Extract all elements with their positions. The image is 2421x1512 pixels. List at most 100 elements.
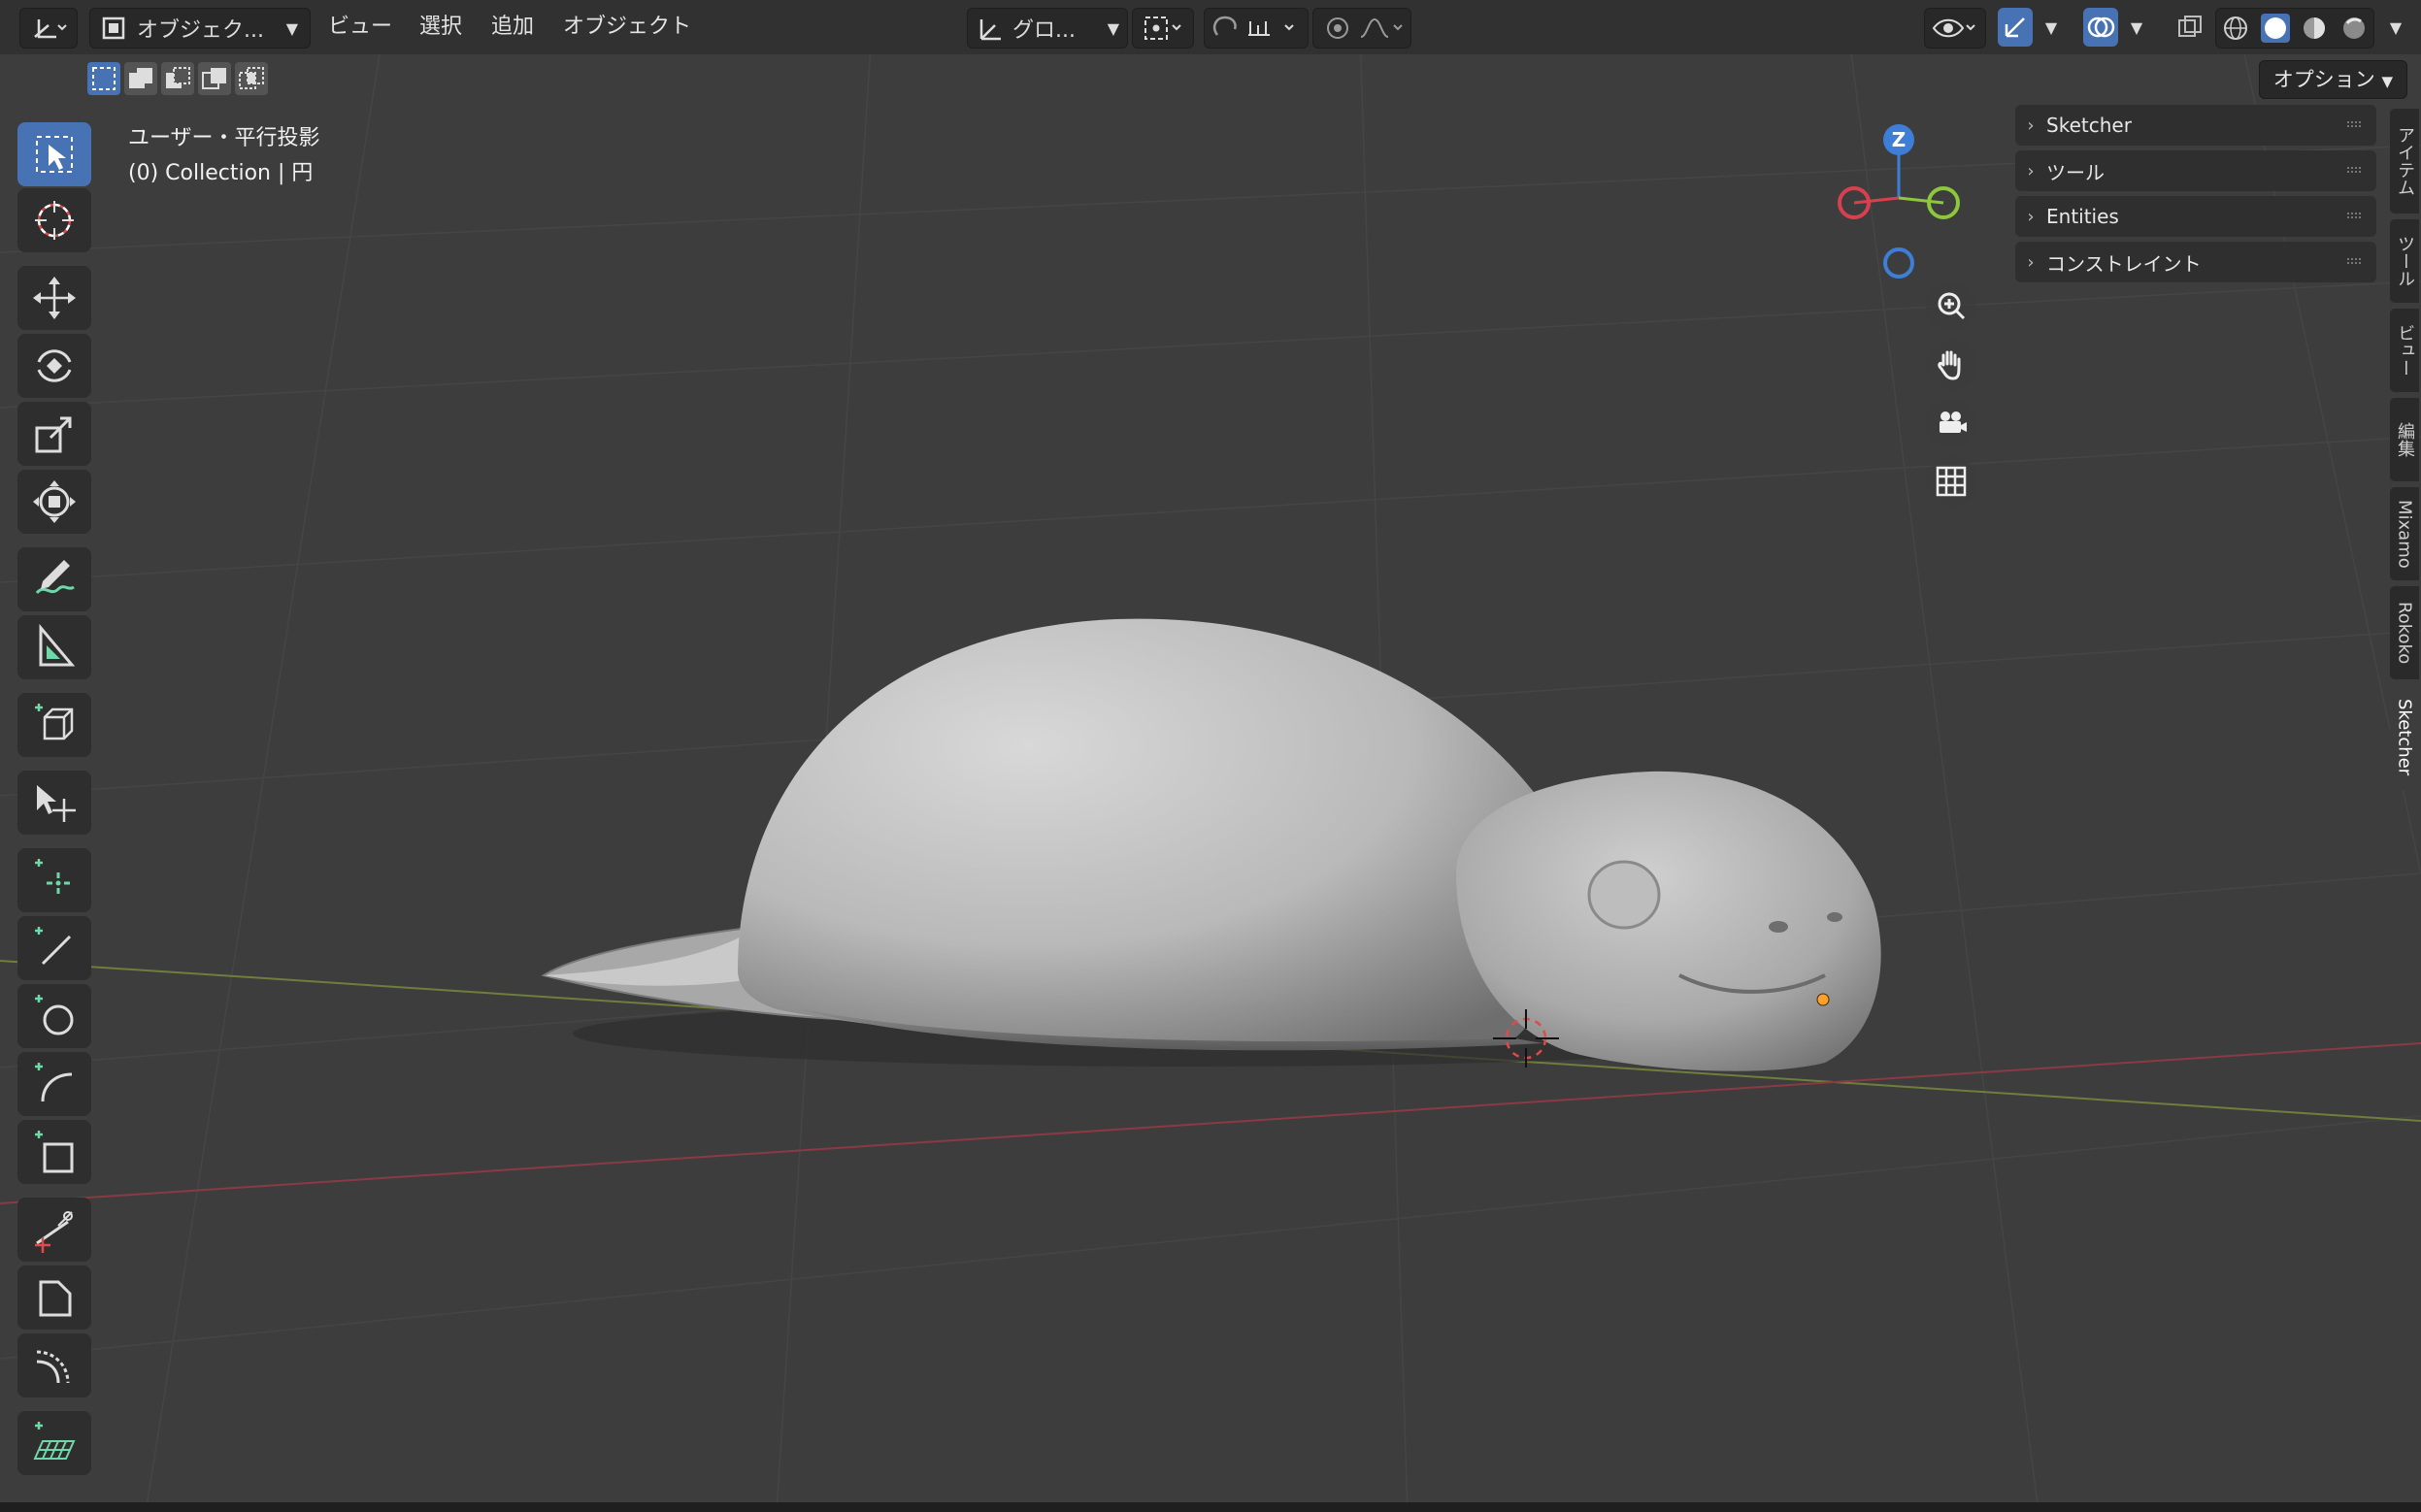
offset-icon	[36, 1350, 70, 1384]
drag-grip-icon[interactable]	[2345, 163, 2363, 179]
pivot-point-dropdown[interactable]	[1132, 8, 1194, 49]
xray-toggle[interactable]	[2172, 8, 2207, 47]
menu-view[interactable]: ビュー	[328, 8, 392, 47]
view-name: ユーザー・平行投影	[128, 126, 320, 150]
select-new-button[interactable]	[87, 62, 120, 95]
tab-mixamo[interactable]: Mixamo	[2390, 487, 2419, 580]
tab-rokoko[interactable]: Rokoko	[2390, 586, 2419, 679]
chevron-right-icon: ›	[2027, 160, 2035, 181]
measure-icon	[39, 623, 76, 667]
rendered-shading-icon[interactable]	[2339, 14, 2369, 43]
panel-label: コンストレイント	[2046, 251, 2202, 276]
tool-add-workplane[interactable]	[17, 1411, 91, 1475]
visibility-dropdown[interactable]	[1924, 8, 1986, 49]
panel-sketcher[interactable]: › Sketcher	[2015, 105, 2376, 146]
collection-info: (0) Collection | 円	[128, 161, 314, 185]
orientation-dropdown[interactable]: グロ... ▼	[967, 8, 1128, 49]
snap-magnet-icon	[1213, 16, 1294, 36]
chevron-down-icon: ▼	[2389, 17, 2403, 37]
snap-group[interactable]	[1204, 8, 1309, 49]
tool-measure[interactable]	[17, 615, 91, 679]
neg-z-axis-handle-icon[interactable]	[1883, 247, 1914, 279]
trim-icon	[35, 1211, 73, 1253]
tool-cursor[interactable]	[17, 188, 91, 252]
gizmo-dropdown[interactable]: ▼	[2037, 8, 2066, 47]
solid-shading-icon[interactable]	[2260, 14, 2290, 43]
status-bar-edge	[0, 1502, 2421, 1512]
add-point-icon	[35, 859, 70, 894]
tab-view[interactable]: ビュー	[2390, 309, 2419, 392]
select-box-icon	[36, 136, 73, 173]
tool-rotate[interactable]	[17, 334, 91, 398]
tab-item[interactable]: アイテム	[2390, 109, 2419, 214]
tab-tool[interactable]: ツール	[2390, 219, 2419, 303]
tool-select-transform[interactable]	[17, 771, 91, 835]
tool-select-box[interactable]	[17, 122, 91, 186]
zoom-button[interactable]	[1926, 281, 1976, 332]
select-subtract-button[interactable]	[161, 62, 194, 95]
mode-label: オブジェク...	[137, 18, 264, 43]
chevron-down-icon: ▼	[285, 18, 298, 38]
tool-offset[interactable]	[17, 1333, 91, 1397]
z-axis-label: Z	[1892, 128, 1907, 151]
drag-grip-icon[interactable]	[2345, 117, 2363, 133]
rotate-icon	[37, 349, 72, 382]
drag-grip-icon[interactable]	[2345, 209, 2363, 224]
panel-constraints[interactable]: › コンストレイント	[2015, 242, 2376, 282]
tool-add-line[interactable]	[17, 916, 91, 980]
editor-type-button[interactable]	[19, 8, 78, 49]
material-shading-icon[interactable]	[2300, 14, 2329, 43]
panel-tools[interactable]: › ツール	[2015, 150, 2376, 191]
add-cube-icon	[35, 704, 74, 740]
overlays-toggle[interactable]	[2083, 8, 2118, 47]
perspective-toggle-button[interactable]	[1926, 456, 1976, 507]
menu-select[interactable]: 選択	[419, 8, 462, 47]
tool-transform[interactable]	[17, 470, 91, 534]
tab-sketcher[interactable]: Sketcher	[2390, 685, 2419, 790]
shading-dropdown[interactable]: ▼	[2382, 8, 2409, 47]
chevron-right-icon: ›	[2027, 251, 2035, 273]
options-dropdown[interactable]: オプション ▼	[2258, 60, 2407, 99]
select-invert-button[interactable]	[198, 62, 231, 95]
object-origin-dot	[1816, 993, 1830, 1006]
annotate-icon	[35, 560, 75, 595]
overlays-dropdown[interactable]: ▼	[2122, 8, 2151, 47]
tab-edit[interactable]: 編集	[2390, 398, 2419, 481]
camera-icon	[1940, 411, 1967, 433]
tool-bevel[interactable]	[17, 1265, 91, 1330]
tool-scale[interactable]	[17, 402, 91, 466]
zoom-icon	[1938, 292, 1966, 320]
tool-annotate[interactable]	[17, 547, 91, 611]
transform-icon	[33, 480, 76, 523]
tab-label: 編集	[2395, 422, 2415, 457]
tool-add-rectangle[interactable]	[17, 1120, 91, 1184]
orientation-label: グロ...	[1012, 18, 1076, 43]
menu-add[interactable]: 追加	[491, 8, 534, 47]
tool-add-cube[interactable]	[17, 693, 91, 757]
wireframe-shading-icon[interactable]	[2221, 14, 2250, 43]
sidebar-panel: › Sketcher › ツール › Entities › コンストレイント	[2015, 105, 2376, 287]
select-invert-icon	[202, 68, 226, 89]
proportional-edit-group[interactable]	[1312, 8, 1411, 49]
tool-add-point[interactable]	[17, 848, 91, 912]
tool-add-circle[interactable]	[17, 984, 91, 1048]
turtle-model[interactable]	[541, 618, 1881, 1071]
tool-add-arc[interactable]	[17, 1052, 91, 1116]
mode-dropdown[interactable]: オブジェク... ▼	[89, 8, 311, 49]
select-intersect-button[interactable]	[235, 62, 268, 95]
cursor-icon	[35, 201, 74, 240]
panel-entities[interactable]: › Entities	[2015, 196, 2376, 237]
gizmo-toggle[interactable]	[1998, 8, 2033, 47]
drag-grip-icon[interactable]	[2345, 254, 2363, 270]
tool-trim[interactable]	[17, 1198, 91, 1262]
tab-label: Sketcher	[2394, 699, 2415, 776]
navigation-gizmo[interactable]: Z	[1838, 124, 1960, 279]
pan-button[interactable]	[1926, 340, 1976, 390]
select-transform-icon	[37, 785, 76, 822]
menu-object[interactable]: オブジェクト	[563, 8, 691, 47]
bevel-icon	[39, 1280, 72, 1317]
panel-label: Sketcher	[2046, 114, 2132, 137]
tool-move[interactable]	[17, 266, 91, 330]
select-extend-button[interactable]	[124, 62, 157, 95]
camera-view-button[interactable]	[1926, 398, 1976, 448]
